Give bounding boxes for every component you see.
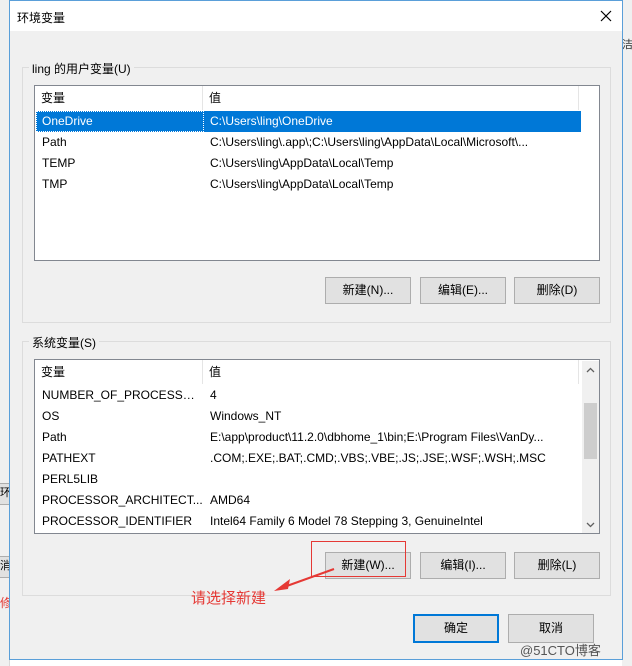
table-row[interactable]: TEMP C:\Users\ling\AppData\Local\Temp — [36, 153, 581, 174]
variable-value: C:\Users\ling\AppData\Local\Temp — [210, 177, 394, 191]
variable-name: NUMBER_OF_PROCESSORS — [42, 388, 204, 402]
table-row[interactable]: PROCESSOR_IDENTIFIER Intel64 Family 6 Mo… — [36, 511, 581, 532]
variable-value: 4 — [210, 388, 217, 402]
dialog-title: 环境变量 — [17, 11, 66, 25]
variable-value — [204, 469, 580, 490]
table-row[interactable]: OneDrive C:\Users\ling\OneDrive — [36, 111, 581, 132]
user-delete-button[interactable]: 删除(D) — [514, 277, 600, 304]
column-header-variable[interactable]: 变量 — [35, 86, 203, 110]
close-icon — [600, 10, 612, 22]
column-header-variable[interactable]: 变量 — [35, 360, 203, 384]
variable-value: C:\Users\ling\OneDrive — [210, 114, 333, 128]
background-window-right — [622, 0, 632, 666]
user-variables-header: 变量 值 — [35, 86, 579, 110]
ok-button[interactable]: 确定 — [413, 614, 499, 643]
variable-name: TMP — [42, 177, 68, 191]
table-row[interactable]: PERL5LIB — [36, 469, 581, 490]
system-variables-header: 变量 值 — [35, 360, 579, 384]
table-row[interactable]: NUMBER_OF_PROCESSORS 4 — [36, 385, 581, 406]
user-new-button[interactable]: 新建(N)... — [325, 277, 411, 304]
cancel-button[interactable]: 取消 — [508, 614, 594, 643]
system-variables-list[interactable]: 变量 值 NUMBER_OF_PROCESSORS 4 OS Windows_N… — [34, 359, 600, 534]
variable-name: PROCESSOR_IDENTIFIER — [42, 514, 193, 528]
user-variables-label: ling 的用户变量(U) — [29, 60, 134, 77]
user-edit-button[interactable]: 编辑(E)... — [420, 277, 506, 304]
variable-name: PATHEXT — [42, 451, 96, 465]
variable-name: PERL5LIB — [42, 472, 99, 486]
variable-value: .COM;.EXE;.BAT;.CMD;.VBS;.VBE;.JS;.JSE;.… — [210, 451, 546, 465]
variable-value: E:\app\product\11.2.0\dbhome_1\bin;E:\Pr… — [210, 430, 544, 444]
variable-value: C:\Users\ling\.app\;C:\Users\ling\AppDat… — [210, 135, 529, 149]
annotation-text: 请选择新建 — [191, 590, 267, 607]
variable-value: C:\Users\ling\AppData\Local\Temp — [210, 156, 394, 170]
variable-name: OS — [42, 409, 60, 423]
scroll-up-arrow[interactable] — [582, 361, 599, 378]
annotation-arrow-icon — [274, 568, 335, 591]
title-bar: 环境变量 — [10, 1, 622, 31]
column-header-value[interactable]: 值 — [203, 86, 579, 110]
variable-name: OneDrive — [36, 111, 204, 132]
table-row[interactable]: PATHEXT .COM;.EXE;.BAT;.CMD;.VBS;.VBE;.J… — [36, 448, 581, 469]
system-delete-button[interactable]: 删除(L) — [514, 552, 600, 579]
system-edit-button[interactable]: 编辑(I)... — [420, 552, 506, 579]
variable-name: Path — [42, 135, 67, 149]
system-variables-scrollbar[interactable] — [582, 361, 599, 533]
table-row[interactable]: Path C:\Users\ling\.app\;C:\Users\ling\A… — [36, 132, 581, 153]
chevron-up-icon — [586, 367, 595, 372]
table-row[interactable]: TMP C:\Users\ling\AppData\Local\Temp — [36, 174, 581, 195]
user-variables-list[interactable]: 变量 值 OneDrive C:\Users\ling\OneDrive Pat… — [34, 85, 600, 261]
user-variables-group: ling 的用户变量(U) 变量 值 OneDrive C:\Users\lin… — [22, 60, 611, 323]
scroll-down-arrow[interactable] — [582, 516, 599, 533]
variable-name: TEMP — [42, 156, 76, 170]
variable-value: AMD64 — [210, 493, 251, 507]
variable-value: Windows_NT — [210, 409, 282, 423]
system-variables-label: 系统变量(S) — [29, 334, 99, 351]
environment-variables-dialog: 环境变量 ling 的用户变量(U) 变量 值 OneDrive C:\User… — [9, 0, 623, 660]
close-button[interactable] — [590, 1, 622, 31]
chevron-down-icon — [586, 522, 595, 527]
table-row[interactable]: PROCESSOR_ARCHITECT... AMD64 — [36, 490, 581, 511]
watermark: @51CTO博客 — [520, 643, 601, 658]
variable-value: Intel64 Family 6 Model 78 Stepping 3, Ge… — [210, 514, 483, 528]
table-row[interactable]: OS Windows_NT — [36, 406, 581, 427]
system-variables-group: 系统变量(S) 变量 值 NUMBER_OF_PROCESSORS 4 OS W… — [22, 334, 611, 596]
scroll-thumb[interactable] — [584, 403, 597, 459]
variable-name: Path — [42, 430, 67, 444]
variable-name: PROCESSOR_ARCHITECT... — [42, 493, 203, 507]
column-header-value[interactable]: 值 — [203, 360, 579, 384]
table-row[interactable]: Path E:\app\product\11.2.0\dbhome_1\bin;… — [36, 427, 581, 448]
background-right-text: 洁 — [622, 39, 632, 51]
